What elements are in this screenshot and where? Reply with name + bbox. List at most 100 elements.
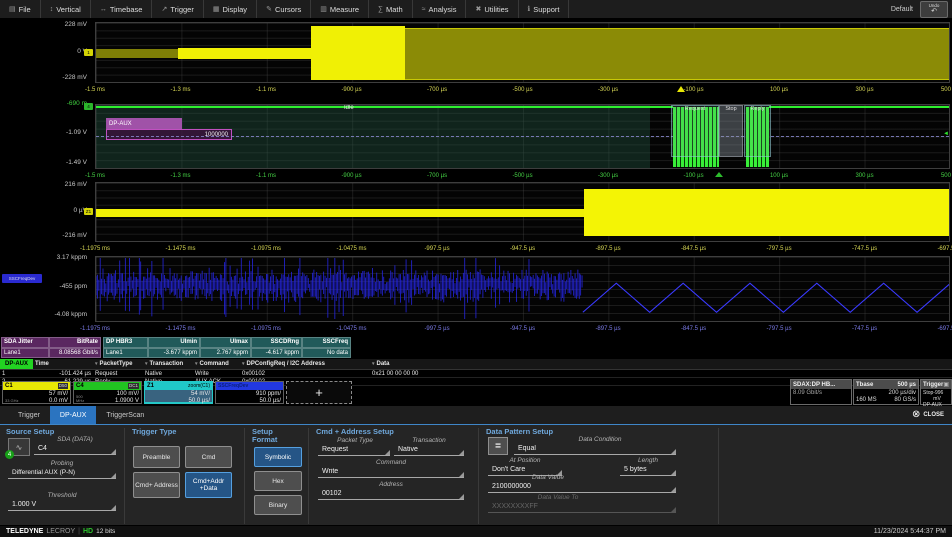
col-address[interactable]: ▾DPConfigReq / I2C Address <box>240 359 370 369</box>
menu-label: Cursors <box>275 5 301 14</box>
descriptor-c1[interactable]: C1D50 33 GHz57 mV/0.0 mV <box>2 381 71 404</box>
c4-idle-trace-right <box>769 106 950 108</box>
threshold-field[interactable]: 1.000 V <box>8 501 116 511</box>
decode-source-badge[interactable]: DP-AUX <box>0 359 33 369</box>
menu-cursors[interactable]: ✎Cursors <box>257 0 311 18</box>
filter-icon: ▾ <box>242 361 245 367</box>
hex-button[interactable]: Hex <box>254 471 302 491</box>
vertical-icon: ↕ <box>50 6 54 13</box>
cmd-button[interactable]: Cmd <box>185 446 232 468</box>
c4-level-marker[interactable]: 4 <box>84 103 93 110</box>
address-field[interactable]: 00102 <box>318 490 464 500</box>
col-packettype[interactable]: ▾PacketType <box>93 359 143 369</box>
undo-button[interactable]: Undo ↶ <box>920 1 948 18</box>
address-label: Address <box>318 481 464 488</box>
col-command[interactable]: ▾Command <box>193 359 240 369</box>
decode-stop-box[interactable]: Stop <box>719 105 743 157</box>
transaction-select[interactable]: Native <box>394 446 464 456</box>
sda-source-select[interactable]: C4 <box>34 445 116 455</box>
command-select[interactable]: Write <box>318 468 464 478</box>
descriptor-z1[interactable]: Z1zoom(C1) 54 mV/50.0 µs/ <box>144 381 213 404</box>
cmd-address-setup-title: Cmd + Address Setup <box>316 428 394 436</box>
menu-math[interactable]: ∑Math <box>369 0 413 18</box>
divider <box>244 428 245 524</box>
default-setup-label: Default <box>891 6 913 13</box>
cmd-addr-data-button[interactable]: Cmd+Addr +Data <box>185 472 232 498</box>
decoder-bitrate-badge[interactable]: 1000000 <box>106 129 232 140</box>
col-time[interactable]: Time <box>33 359 93 369</box>
filter-icon: ▾ <box>195 361 198 367</box>
menu-bar: ▤File ↕Vertical ↔Timebase ↗Trigger ▦Disp… <box>0 0 952 19</box>
equals-condition-button[interactable]: = <box>488 437 508 455</box>
symbolic-button[interactable]: Symbolic <box>254 447 302 467</box>
menu-label: Analysis <box>429 5 457 14</box>
transaction-label: Transaction <box>394 437 464 444</box>
decode-reply-label: Reply <box>750 106 764 156</box>
source-setup-title: Source Setup <box>6 428 54 436</box>
setup-format-title: Setup Format <box>252 428 292 444</box>
decoder-name-badge[interactable]: DP-AUX <box>106 118 182 129</box>
trigger-time-marker[interactable] <box>715 172 723 177</box>
row-label: Lane1 <box>1 348 49 359</box>
descriptor-c4[interactable]: C4DC1 500 MHz100 mV/1.0900 V <box>73 381 142 404</box>
decode-row-1[interactable]: 1 -101.424 µs Request Native Write 0x001… <box>0 370 952 378</box>
data-value-label: Data Value <box>488 474 608 481</box>
data-value-to-field[interactable]: XXXXXXXXFF <box>488 503 676 513</box>
grid4-bot-label: -4.08 kppm <box>1 311 91 318</box>
z1-level-marker[interactable]: Z1 <box>84 208 93 215</box>
sdax-box[interactable]: SDAX:DP HB... 8.09 Gbit/s <box>790 379 852 405</box>
menu-file[interactable]: ▤File <box>0 0 41 18</box>
tab-triggerscan[interactable]: TriggerScan <box>96 406 154 424</box>
add-trace-button[interactable]: + <box>286 381 352 404</box>
trigger-settings-icon: ▣ <box>943 381 949 388</box>
menu-analysis[interactable]: ≈Analysis <box>413 0 467 18</box>
data-value-field[interactable]: 2100000000 <box>488 483 676 493</box>
sscfreqdev-level-marker[interactable]: SSCFreqDev <box>2 274 42 283</box>
menu-trigger[interactable]: ↗Trigger <box>152 0 203 18</box>
bandwidth-label: 33 GHz <box>5 399 19 403</box>
menu-utilities[interactable]: ✖Utilities <box>466 0 518 18</box>
menu-support[interactable]: ℹSupport <box>519 0 570 18</box>
grid2-plot-c4[interactable]: Idle DP-AUX 1000000 Request Stop Reply ◄ <box>95 104 950 169</box>
preamble-button[interactable]: Preamble <box>133 446 180 468</box>
dp-hbr3-table[interactable]: DP HBR3 UImin UImax SSCDRng SSCFreq Lane… <box>103 337 351 358</box>
binary-button[interactable]: Binary <box>254 495 302 515</box>
row-label: Lane1 <box>103 348 148 359</box>
trigger-box[interactable]: Trigger▣ Stop-996 mV DP-AUX <box>920 379 952 405</box>
menu-label: Display <box>222 5 247 14</box>
time-per-div: 200 µs/div <box>856 390 916 397</box>
descriptor-sscfreqdev[interactable]: SSCFreqDev 910 ppm/50.0 µs/ <box>215 381 284 404</box>
menu-timebase[interactable]: ↔Timebase <box>91 0 153 18</box>
cmd-address-button[interactable]: Cmd+ Address <box>133 472 180 498</box>
zoom-source-label: zoom(C1) <box>188 383 210 389</box>
grid1-bot-label: -228 mV <box>1 74 91 81</box>
length-select[interactable]: 5 bytes <box>620 466 676 476</box>
tab-trigger[interactable]: Trigger <box>8 406 50 424</box>
brand-logo: TELEDYNE LECROY | HD 12 bits <box>6 528 115 535</box>
grid4-plot-sscfreqdev[interactable] <box>95 256 950 322</box>
col-data[interactable]: ▾Data <box>370 359 952 369</box>
grid3-top-label: 216 mV <box>1 181 91 188</box>
grid1-plot-c1[interactable] <box>95 22 950 83</box>
menu-display[interactable]: ▦Display <box>204 0 257 18</box>
packet-type-select[interactable]: Request <box>318 446 390 456</box>
col-transaction[interactable]: ▾Transaction <box>143 359 193 369</box>
data-condition-select[interactable]: Equal <box>514 445 676 455</box>
c1-level-marker[interactable]: 1 <box>84 49 93 56</box>
axis-grid3: -1.1975 ms-1.1475 ms-1.0975 ms-1.0475 ms… <box>95 243 950 254</box>
menu-vertical[interactable]: ↕Vertical <box>41 0 91 18</box>
probing-select[interactable]: Differential AUX (P-N) <box>8 469 116 479</box>
menu-measure[interactable]: ▥Measure <box>311 0 369 18</box>
close-dialog-button[interactable]: ⊗ CLOSE <box>912 408 944 422</box>
source-channel-icon[interactable]: ∿ 4 <box>8 438 30 456</box>
decode-request-box[interactable]: Request <box>671 105 719 157</box>
sscfreq-value: No data <box>302 348 351 359</box>
grid3-plot-z1[interactable] <box>95 182 950 242</box>
tab-dp-aux[interactable]: DP-AUX <box>50 406 96 424</box>
sda-jitter-table[interactable]: SDA Jitter BitRate Lane1 8.08568 Gbit/s <box>1 337 101 358</box>
oscilloscope-screen: ▤File ↕Vertical ↔Timebase ↗Trigger ▦Disp… <box>0 0 952 537</box>
timebase-box[interactable]: Tbase500 µs 200 µs/div 160 MS80 GS/s <box>853 379 919 405</box>
trigger-position-marker[interactable] <box>677 86 685 92</box>
decode-reply-box[interactable]: Reply <box>744 105 771 157</box>
cursors-icon: ✎ <box>266 5 272 13</box>
